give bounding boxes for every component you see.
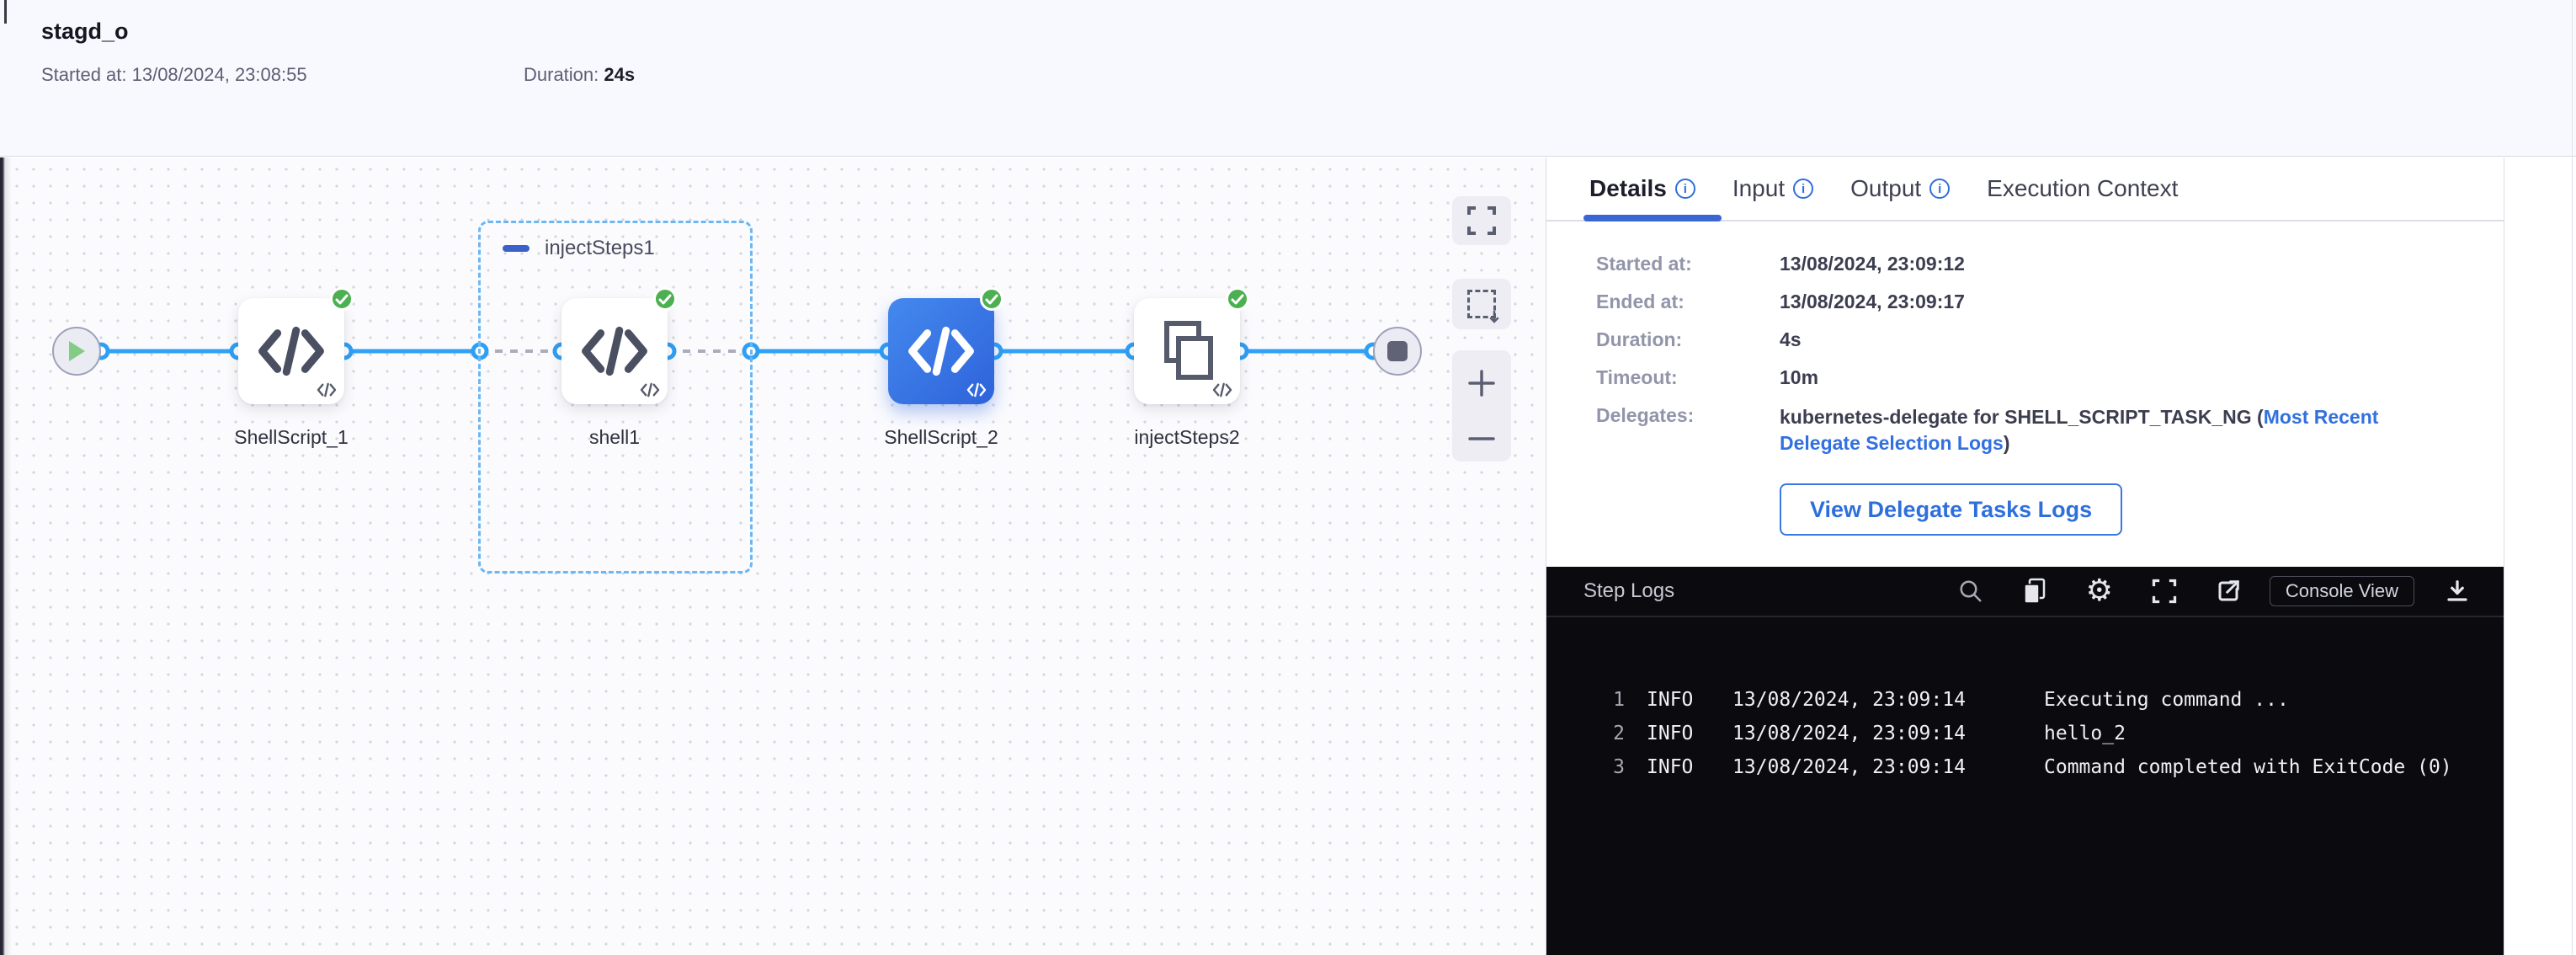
detail-row-ended: Ended at: 13/08/2024, 23:09:17 bbox=[1596, 291, 2504, 313]
canvas-marquee-select-button[interactable] bbox=[1452, 279, 1511, 329]
started-at-text: Started at: 13/08/2024, 23:08:55 bbox=[41, 64, 307, 86]
log-search-icon[interactable] bbox=[1958, 579, 1983, 604]
window-edge-artifact bbox=[4, 0, 7, 24]
tab-details[interactable]: Details i bbox=[1589, 175, 1695, 202]
pipeline-canvas[interactable]: injectSteps1 bbox=[0, 157, 1546, 955]
node-label: shell1 bbox=[505, 426, 724, 449]
details-tab-bar: Details i Input i Output i Execution Con… bbox=[1546, 157, 2504, 221]
log-download-icon[interactable] bbox=[2445, 579, 2470, 604]
connections-layer bbox=[0, 157, 1546, 955]
detail-row-started: Started at: 13/08/2024, 23:09:12 bbox=[1596, 253, 2504, 275]
log-output: 1 INFO 13/08/2024, 23:09:14 Executing co… bbox=[1546, 617, 2504, 784]
shell-script-type-icon bbox=[317, 381, 337, 398]
shell-script-type-icon bbox=[966, 381, 987, 398]
delegates-value: kubernetes-delegate for SHELL_SCRIPT_TAS… bbox=[1780, 404, 2436, 456]
marquee-select-icon bbox=[1467, 290, 1496, 318]
log-line: 1 INFO 13/08/2024, 23:09:14 Executing co… bbox=[1596, 683, 2504, 717]
tab-output[interactable]: Output i bbox=[1850, 175, 1950, 202]
tab-execution-context[interactable]: Execution Context bbox=[1987, 175, 2178, 202]
duration-text: Duration: 24s bbox=[524, 64, 635, 86]
end-node[interactable] bbox=[1373, 327, 1422, 376]
right-gutter bbox=[2504, 157, 2575, 955]
execution-header: stagd_o Started at: 13/08/2024, 23:08:55… bbox=[0, 0, 2576, 157]
duration-label: Duration: bbox=[524, 64, 604, 85]
success-badge-icon bbox=[980, 287, 1003, 311]
log-settings-gear-icon[interactable]: ⚙ bbox=[2086, 576, 2113, 606]
detail-row-delegates: Delegates: kubernetes-delegate for SHELL… bbox=[1596, 404, 2504, 456]
canvas-zoom-controls bbox=[1452, 350, 1511, 461]
log-open-in-new-icon[interactable] bbox=[2216, 579, 2241, 604]
log-copy-icon[interactable] bbox=[2022, 577, 2047, 606]
duration-value: 24s bbox=[604, 64, 635, 85]
group-label: injectSteps1 bbox=[545, 237, 655, 260]
shell-script-type-icon bbox=[1212, 381, 1232, 398]
detail-row-duration: Duration: 4s bbox=[1596, 328, 2504, 351]
canvas-left-edge bbox=[0, 157, 12, 955]
success-badge-icon bbox=[653, 287, 677, 311]
step-logs-header: Step Logs ⚙ Console View bbox=[1546, 567, 2504, 617]
node-label: injectSteps2 bbox=[1078, 426, 1296, 449]
copy-steps-icon bbox=[1157, 318, 1217, 384]
log-fullscreen-icon[interactable] bbox=[2152, 579, 2177, 604]
success-badge-icon bbox=[1226, 287, 1249, 311]
code-icon bbox=[257, 322, 326, 381]
console-view-button[interactable]: Console View bbox=[2270, 576, 2414, 606]
play-icon bbox=[67, 339, 87, 363]
info-icon[interactable]: i bbox=[1793, 179, 1813, 199]
node-label: ShellScript_2 bbox=[832, 426, 1051, 449]
step-node-injectsteps2[interactable] bbox=[1134, 298, 1240, 404]
zoom-in-icon[interactable] bbox=[1467, 369, 1496, 397]
tab-input[interactable]: Input i bbox=[1732, 175, 1813, 202]
fullscreen-icon bbox=[1466, 205, 1497, 236]
pipeline-execution-page: stagd_o Started at: 13/08/2024, 23:08:55… bbox=[0, 0, 2576, 955]
log-line: 2 INFO 13/08/2024, 23:09:14 hello_2 bbox=[1596, 717, 2504, 750]
stage-title: stagd_o bbox=[41, 19, 129, 45]
canvas-fullscreen-button[interactable] bbox=[1452, 196, 1511, 245]
info-icon[interactable]: i bbox=[1929, 179, 1950, 199]
step-logs-panel: Step Logs ⚙ Console View bbox=[1546, 567, 2504, 955]
step-details-panel: Details i Input i Output i Execution Con… bbox=[1546, 157, 2504, 955]
detail-row-timeout: Timeout: 10m bbox=[1596, 366, 2504, 389]
shell-script-type-icon bbox=[640, 381, 660, 398]
start-node[interactable] bbox=[52, 327, 101, 376]
step-node-shellscript-2-selected[interactable] bbox=[888, 298, 994, 404]
node-label: ShellScript_1 bbox=[182, 426, 401, 449]
step-node-shellscript-1[interactable] bbox=[238, 298, 344, 404]
code-icon bbox=[907, 322, 976, 381]
log-line: 3 INFO 13/08/2024, 23:09:14 Command comp… bbox=[1596, 750, 2504, 784]
right-edge-line bbox=[2572, 0, 2573, 955]
success-badge-icon bbox=[330, 287, 354, 311]
code-icon bbox=[580, 322, 649, 381]
step-logs-title: Step Logs bbox=[1583, 579, 1674, 603]
zoom-out-icon[interactable] bbox=[1467, 435, 1496, 443]
details-content: Started at: 13/08/2024, 23:09:12 Ended a… bbox=[1546, 221, 2504, 567]
info-icon[interactable]: i bbox=[1675, 179, 1695, 199]
group-collapse-button[interactable] bbox=[503, 245, 530, 252]
step-node-shell1[interactable] bbox=[562, 298, 668, 404]
view-delegate-tasks-logs-button[interactable]: View Delegate Tasks Logs bbox=[1780, 483, 2122, 536]
active-tab-indicator bbox=[1583, 215, 1722, 221]
stop-icon bbox=[1387, 341, 1408, 361]
